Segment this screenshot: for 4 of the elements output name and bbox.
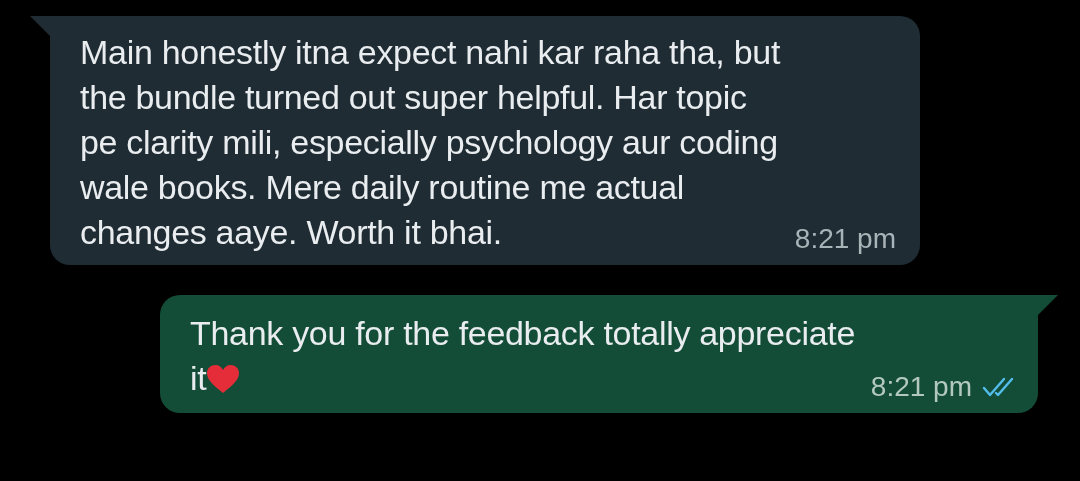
message-time: 8:21 pm: [870, 371, 972, 403]
message-time: 8:21 pm: [794, 223, 896, 255]
message-text: Thank you for the feedback totally appreciate it: [190, 314, 856, 397]
message-text: Main honestly itna expect nahi kar raha tha, but the bundle turned out super helpful. Har topic pe clarity mili, especially psychology aur coding wale books. Mere daily routine me actual changes aaye. Worth it bhai.: [80, 33, 781, 251]
